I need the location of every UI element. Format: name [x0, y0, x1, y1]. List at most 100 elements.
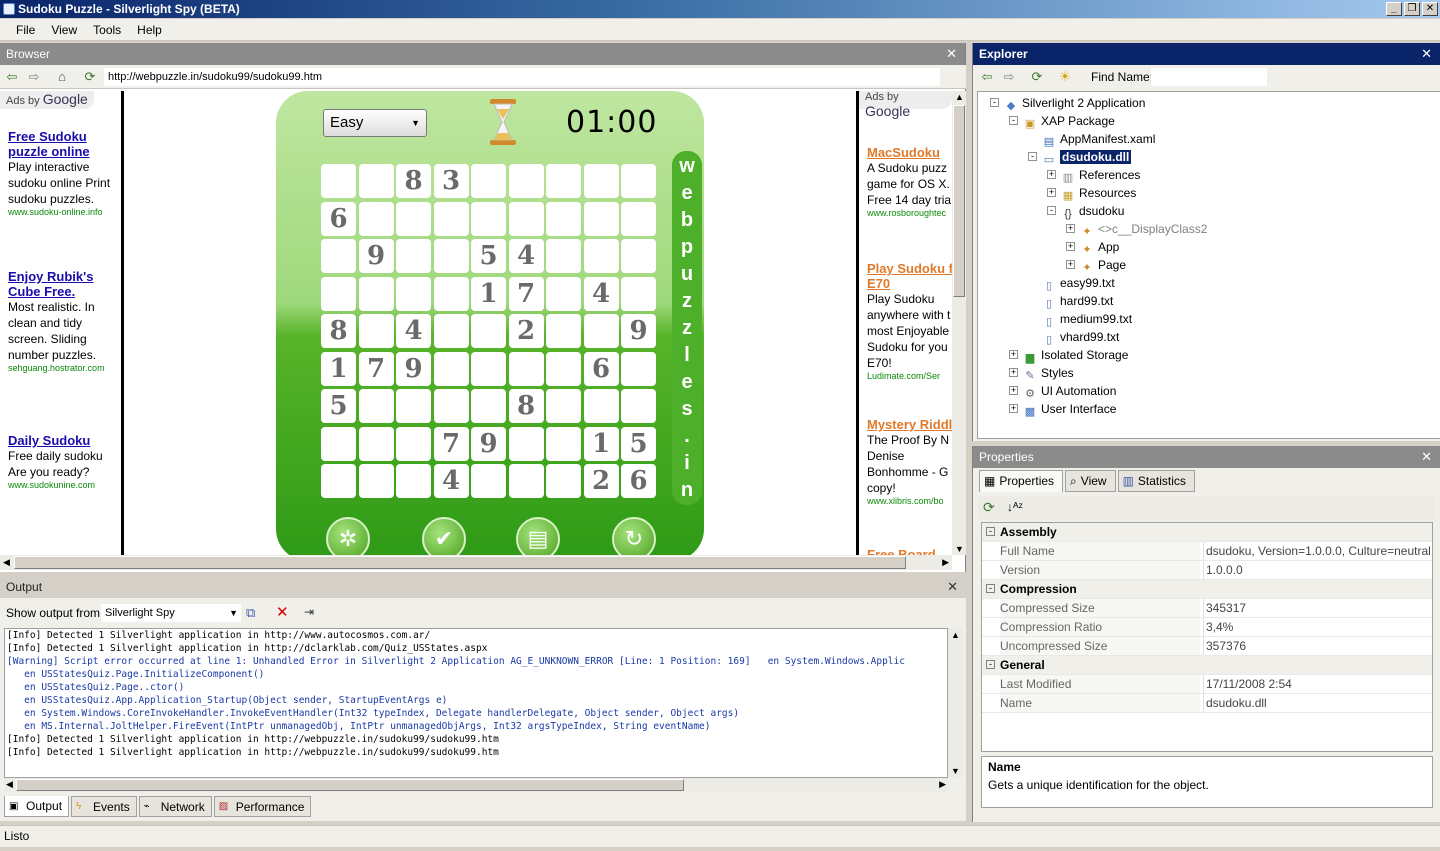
new-game-button[interactable]: ✲	[326, 517, 370, 555]
property-value[interactable]: dsudoku, Version=1.0.0.0, Culture=neutra…	[1203, 542, 1432, 560]
collapse-icon[interactable]: -	[986, 584, 995, 593]
sudoku-cell[interactable]	[471, 464, 506, 498]
tab-events[interactable]: ϟ Events	[71, 796, 137, 817]
property-value[interactable]: 3,4%	[1203, 618, 1432, 636]
scroll-left-icon[interactable]: ◀	[3, 557, 10, 568]
forward-icon[interactable]: ⇨	[26, 69, 42, 85]
sudoku-cell[interactable]	[396, 239, 431, 273]
collapse-icon[interactable]: -	[990, 98, 999, 107]
sudoku-cell[interactable]	[321, 239, 356, 273]
sudoku-cell[interactable]: 1	[583, 426, 619, 461]
sudoku-cell[interactable]: 4	[508, 239, 544, 273]
sudoku-cell[interactable]: 2	[583, 464, 619, 498]
sudoku-cell[interactable]	[433, 276, 469, 311]
sort-alphabetical-icon[interactable]: ↓ᴬᶻ	[1007, 500, 1023, 514]
sudoku-cell[interactable]	[396, 201, 431, 236]
menu-tools[interactable]: Tools	[85, 19, 129, 40]
ad-url[interactable]: Ludimate.com/Ser	[867, 371, 952, 381]
restart-button[interactable]: ↻	[612, 517, 656, 555]
tab-performance[interactable]: ▨ Performance	[213, 796, 312, 817]
output-source-select[interactable]: Silverlight Spy ▼	[101, 604, 241, 622]
collapse-icon[interactable]: -	[1028, 152, 1037, 161]
browser-horizontal-scrollbar[interactable]: ◀ ▶	[0, 555, 952, 570]
property-value[interactable]: 1.0.0.0	[1203, 561, 1432, 579]
expand-icon[interactable]: +	[1009, 386, 1018, 395]
tree-node[interactable]: - ▭ dsudoku.dll	[1028, 148, 1132, 166]
sudoku-cell[interactable]	[321, 464, 356, 498]
property-row[interactable]: Name dsudoku.dll	[982, 694, 1432, 713]
sudoku-cell[interactable]: 7	[508, 276, 544, 311]
sudoku-cell[interactable]	[433, 239, 469, 273]
tree-node[interactable]: ▤ AppManifest.xaml	[1042, 130, 1156, 148]
sudoku-cell[interactable]	[433, 351, 469, 386]
sudoku-cell[interactable]: 8	[321, 314, 356, 348]
menu-file[interactable]: File	[8, 19, 43, 40]
tree-node[interactable]: - ▣ XAP Package	[1009, 112, 1115, 130]
sudoku-cell[interactable]: 9	[621, 314, 656, 348]
sudoku-cell[interactable]: 8	[508, 389, 544, 423]
ad-title[interactable]: Daily Sudoku	[8, 433, 120, 448]
expand-icon[interactable]: +	[1066, 224, 1075, 233]
sudoku-cell[interactable]	[546, 276, 581, 311]
collapse-icon[interactable]: -	[986, 527, 995, 536]
close-button[interactable]: ✕	[1422, 2, 1438, 16]
output-horizontal-scrollbar[interactable]: ◀ ▶	[4, 778, 948, 792]
output-vertical-scrollbar[interactable]: ▲ ▼	[948, 628, 963, 778]
tree-node[interactable]: ▯ vhard99.txt	[1042, 328, 1119, 346]
sudoku-cell[interactable]	[546, 389, 581, 423]
sudoku-cell[interactable]	[433, 314, 469, 348]
sudoku-cell[interactable]	[433, 201, 469, 236]
expand-icon[interactable]: +	[1066, 260, 1075, 269]
sudoku-cell[interactable]	[621, 389, 656, 423]
sudoku-cell[interactable]	[471, 314, 506, 348]
sudoku-cell[interactable]: 5	[471, 239, 506, 273]
sudoku-cell[interactable]	[471, 389, 506, 423]
sudoku-cell[interactable]	[358, 164, 394, 198]
sudoku-cell[interactable]: 6	[621, 464, 656, 498]
scroll-thumb[interactable]	[16, 779, 684, 791]
copy-icon[interactable]: ⧉	[246, 605, 255, 621]
sudoku-cell[interactable]	[358, 201, 394, 236]
ad-item[interactable]: Daily Sudoku Free daily sudoku Are you r…	[8, 433, 120, 490]
property-category[interactable]: - Compression	[982, 580, 1432, 599]
browser-vertical-scrollbar[interactable]: ▲ ▼	[952, 91, 966, 555]
tab-network[interactable]: ⌁ Network	[138, 796, 212, 817]
ad-title[interactable]: Free Board	[867, 547, 952, 555]
property-value[interactable]: 17/11/2008 2:54	[1203, 675, 1432, 693]
tree-node[interactable]: + ▩ User Interface	[1009, 400, 1116, 418]
tree-node[interactable]: + ▦ Resources	[1047, 184, 1136, 202]
sudoku-cell[interactable]: 1	[321, 351, 356, 386]
minimize-button[interactable]: _	[1386, 2, 1402, 16]
back-icon[interactable]: ⇦	[4, 69, 20, 85]
expand-icon[interactable]: +	[1047, 188, 1056, 197]
menu-help[interactable]: Help	[129, 19, 170, 40]
property-row[interactable]: Last Modified 17/11/2008 2:54	[982, 675, 1432, 694]
expand-icon[interactable]: +	[1009, 404, 1018, 413]
ad-title[interactable]: Mystery Riddle	[867, 417, 952, 432]
sudoku-cell[interactable]: 2	[508, 314, 544, 348]
properties-close-icon[interactable]: ✕	[1421, 446, 1432, 468]
find-name-input[interactable]	[1151, 68, 1267, 86]
tab-properties[interactable]: ▦ Properties	[979, 470, 1064, 492]
property-row[interactable]: Compressed Size 345317	[982, 599, 1432, 618]
sudoku-cell[interactable]: 4	[433, 464, 469, 498]
ad-item[interactable]: Play Sudoku f E70 Play Sudoku anywhere w…	[867, 261, 952, 381]
collapse-icon[interactable]: -	[986, 660, 995, 669]
sudoku-cell[interactable]	[546, 426, 581, 461]
explorer-close-icon[interactable]: ✕	[1421, 43, 1432, 65]
tree-node[interactable]: + ✦ <>c__DisplayClass2	[1066, 220, 1207, 238]
ad-item[interactable]: MacSudoku A Sudoku puzz game for OS X. F…	[867, 145, 952, 218]
property-row[interactable]: Uncompressed Size 357376	[982, 637, 1432, 656]
tree-node[interactable]: + ✦ Page	[1066, 256, 1126, 274]
sudoku-cell[interactable]: 7	[358, 351, 394, 386]
property-row[interactable]: Version 1.0.0.0	[982, 561, 1432, 580]
tab-output[interactable]: ▣ Output	[4, 796, 70, 817]
scroll-thumb[interactable]	[14, 556, 906, 569]
sudoku-cell[interactable]: 5	[321, 389, 356, 423]
sudoku-cell[interactable]	[546, 314, 581, 348]
back-icon[interactable]: ⇦	[979, 69, 995, 85]
scroll-up-icon[interactable]: ▲	[951, 630, 960, 640]
sudoku-cell[interactable]	[358, 314, 394, 348]
tree-node[interactable]: ▯ hard99.txt	[1042, 292, 1113, 310]
sudoku-cell[interactable]	[358, 426, 394, 461]
